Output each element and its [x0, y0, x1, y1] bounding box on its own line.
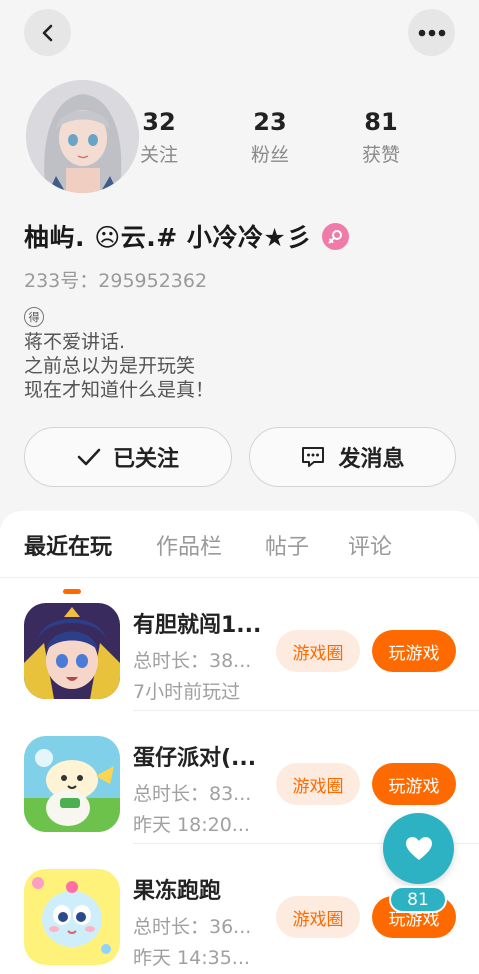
bio-line: 蒋不爱讲话. [24, 331, 126, 353]
tab-recent-play[interactable]: 最近在玩 [24, 529, 112, 561]
game-duration: 总时长：83... [133, 783, 252, 805]
game-circle-button[interactable]: 游戏圈 [276, 896, 360, 938]
list-item[interactable]: 有胆就闯1... 总时长：38... 7小时前玩过 游戏圈 玩游戏 [0, 578, 479, 711]
game-title: 果冻跑跑 [133, 879, 222, 904]
message-button[interactable]: 发消息 [249, 427, 456, 487]
user-id: 233号：295952362 [24, 270, 208, 292]
message-label: 发消息 [338, 447, 405, 472]
game-duration: 总时长：36... [133, 916, 252, 938]
game-icon [24, 736, 120, 832]
stat-label: 获赞 [361, 144, 400, 166]
tab-works[interactable]: 作品栏 [156, 529, 222, 561]
stat-label: 粉丝 [250, 144, 289, 166]
game-icon [24, 603, 120, 699]
female-icon [321, 222, 349, 250]
bio-line: 之前总以为是开玩笑 [24, 355, 196, 377]
bio-line: 现在才知道什么是真！ [24, 379, 215, 401]
game-last-played: 7小时前玩过 [133, 681, 241, 703]
stat-value: 81 [364, 108, 398, 136]
stat-fans[interactable]: 23 粉丝 [230, 108, 310, 167]
name-row: 柚屿. ☹云.# 小冷冷★彡 [24, 218, 349, 254]
stat-value: 23 [253, 108, 287, 136]
tab-posts[interactable]: 帖子 [265, 529, 309, 561]
check-icon [77, 448, 101, 466]
play-game-button[interactable]: 玩游戏 [372, 763, 456, 805]
follow-label: 已关注 [112, 447, 179, 472]
stat-value: 32 [142, 108, 176, 136]
follow-button[interactable]: 已关注 [24, 427, 232, 487]
back-button[interactable] [24, 9, 71, 56]
chevron-left-icon [42, 24, 52, 41]
more-button[interactable] [408, 9, 455, 56]
game-title: 蛋仔派对(... [133, 746, 257, 771]
game-title: 有胆就闯1... [133, 613, 262, 638]
stat-label: 关注 [139, 144, 178, 166]
tab-comments[interactable]: 评论 [348, 529, 392, 561]
user-name: 柚屿. ☹云.# 小冷冷★彡 [24, 223, 312, 252]
chat-bubble-icon [302, 447, 325, 467]
stat-following[interactable]: 32 关注 [119, 108, 199, 167]
game-circle-button[interactable]: 游戏圈 [276, 763, 360, 805]
tab-bar: 最近在玩 作品栏 帖子 评论 [0, 529, 479, 594]
like-button[interactable] [383, 813, 454, 884]
game-last-played: 昨天 14:35... [133, 947, 250, 969]
game-last-played: 昨天 18:20... [133, 814, 250, 836]
stat-likes[interactable]: 81 获赞 [341, 108, 421, 167]
play-game-button[interactable]: 玩游戏 [372, 630, 456, 672]
bio-badge: 得 [24, 307, 44, 327]
game-icon [24, 869, 120, 965]
heart-icon [405, 836, 432, 860]
like-count: 81 [389, 886, 447, 913]
game-circle-button[interactable]: 游戏圈 [276, 630, 360, 672]
bio: 蒋不爱讲话. 之前总以为是开玩笑 现在才知道什么是真！ [24, 330, 214, 402]
game-duration: 总时长：38... [133, 650, 252, 672]
more-dots-icon [418, 29, 445, 36]
